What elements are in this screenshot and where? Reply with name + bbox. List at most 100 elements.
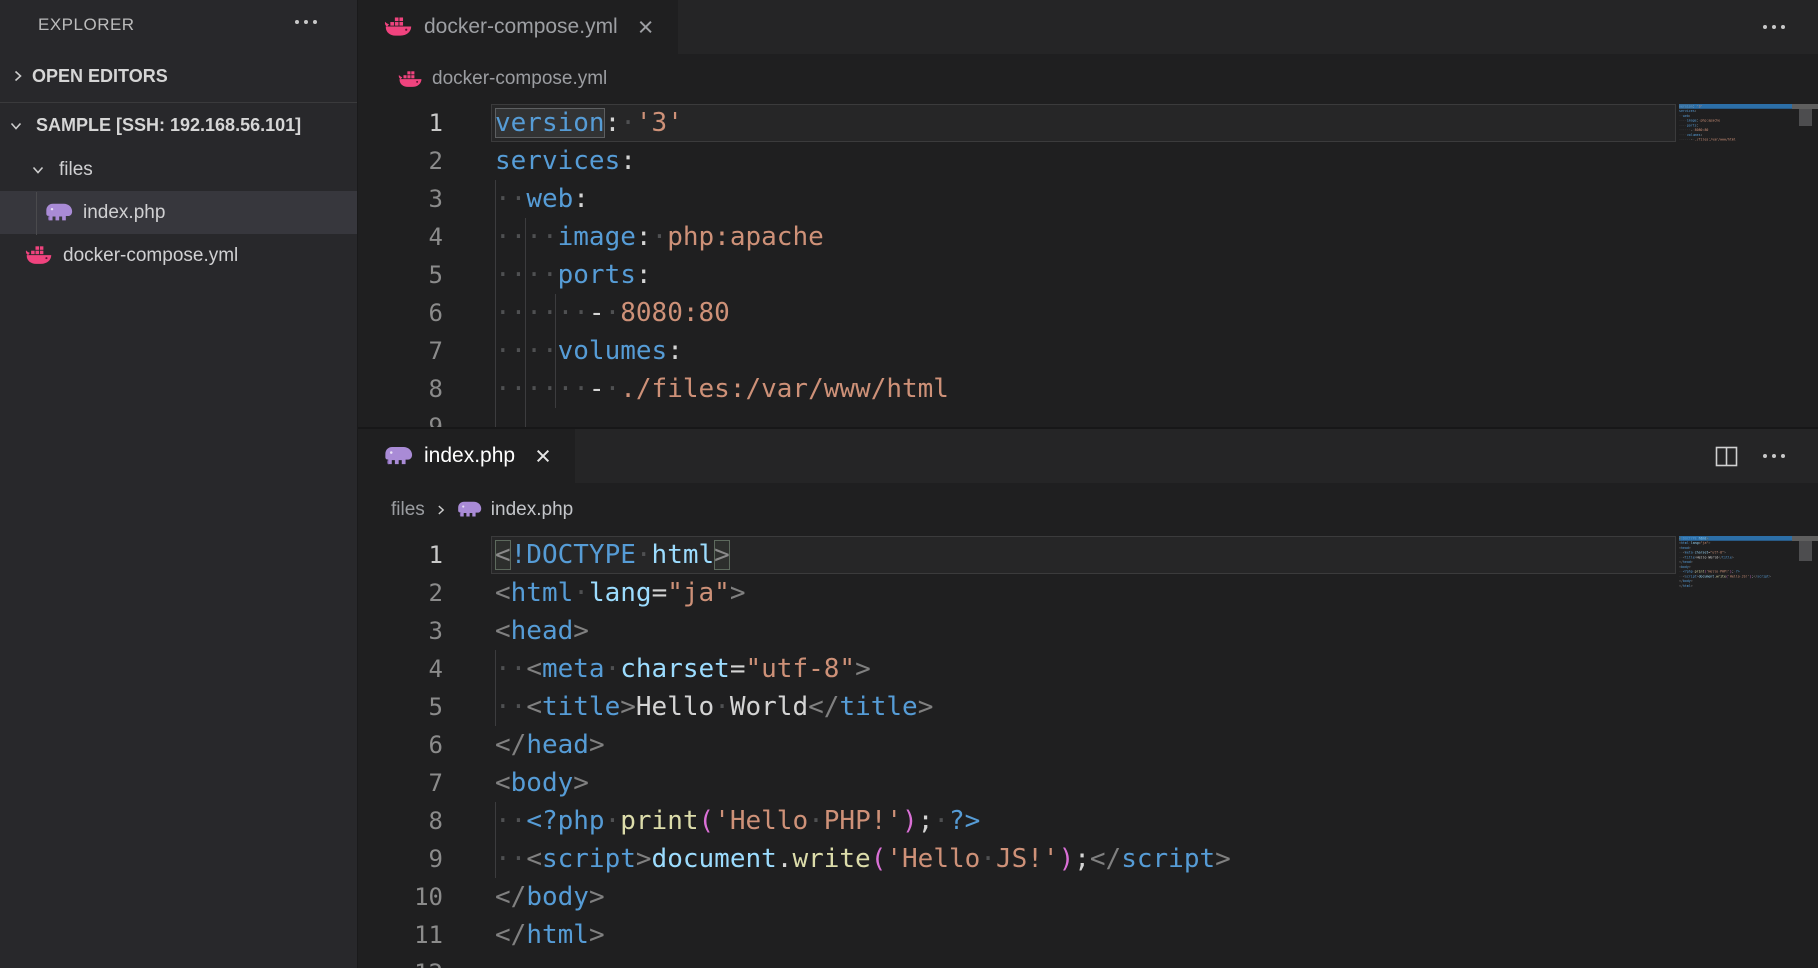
code-line[interactable]: 9··<script>document.write('Hello·JS!');<… [358, 840, 1818, 878]
php-elephant-icon [457, 499, 482, 520]
code-line[interactable]: 6</head> [358, 726, 1818, 764]
code-editor-docker-compose[interactable]: 1version:·'3'2services:3··web:4····image… [358, 104, 1818, 427]
vertical-scrollbar[interactable] [1792, 104, 1818, 427]
code-line[interactable]: 7····volumes: [358, 332, 1818, 370]
tab-label: index.php [424, 444, 515, 468]
code-token: html [1683, 584, 1691, 588]
php-elephant-icon [384, 444, 413, 468]
code-token: ······ [1679, 138, 1691, 142]
code-token: · [636, 540, 652, 570]
code-line[interactable]: 8··<?php·print('Hello·PHP!');·?> [358, 802, 1818, 840]
chevron-right-icon [10, 68, 26, 84]
code-token: ?> [949, 806, 980, 836]
sidebar-item-index-php[interactable]: index.php [0, 191, 357, 234]
close-tab-icon[interactable]: × [638, 14, 654, 41]
code-token: > [1724, 551, 1726, 555]
code-line[interactable]: 1<!DOCTYPE·html> [358, 536, 1818, 574]
minimap[interactable]: <!DOCTYPE·html><html·lang="ja"><head>··<… [1679, 536, 1792, 954]
code-editor-index-php[interactable]: 1<!DOCTYPE·html>2<html·lang="ja">3<head>… [358, 536, 1818, 968]
sidebar-item-docker-compose[interactable]: docker-compose.yml [0, 234, 357, 277]
code-token: PHP!' [824, 806, 902, 836]
code-token: = [730, 654, 746, 684]
code-line[interactable]: 3··web: [358, 180, 1818, 218]
code-token: '3' [1697, 105, 1703, 109]
code-token: ?> [1736, 570, 1740, 574]
minimap[interactable]: version:·'3'services:··web:····image:·ph… [1679, 104, 1792, 408]
line-number: 7 [358, 764, 443, 802]
tree-indent-guide [36, 192, 37, 235]
code-token: > [918, 692, 934, 722]
tab-index-php[interactable]: index.php × [358, 429, 575, 483]
explorer-sidebar: EXPLORER OPEN EDITORS SAMPLE [SSH: 192.1… [0, 0, 357, 968]
code-line[interactable]: 8······-·./files:/var/www/html [358, 370, 1818, 408]
sidebar-item-files-folder[interactable]: files [0, 148, 357, 191]
explorer-more-actions-icon[interactable] [295, 20, 317, 24]
code-line[interactable]: 4····image:·php:apache [358, 218, 1818, 256]
code-token: title [839, 692, 917, 722]
code-token: html [652, 540, 715, 570]
code-token: version [495, 108, 605, 138]
code-token: · [620, 108, 636, 138]
code-token: "utf-8" [745, 654, 855, 684]
code-token: 'Hello [714, 806, 808, 836]
code-token: image [1687, 119, 1697, 123]
code-token: World [730, 692, 808, 722]
code-token: head [1683, 560, 1691, 564]
line-number: 12 [358, 954, 443, 968]
code-line[interactable]: 6······-·8080:80 [358, 294, 1818, 332]
tab-docker-compose-yml[interactable]: docker-compose.yml × [358, 0, 678, 54]
code-token: Hello [636, 692, 714, 722]
code-token: services [495, 146, 620, 176]
code-token: volumes [1687, 133, 1701, 137]
code-line[interactable]: 2services: [358, 142, 1818, 180]
line-number: 6 [358, 726, 443, 764]
line-number: 8 [358, 802, 443, 840]
code-token: > [1732, 556, 1734, 560]
close-tab-icon[interactable]: × [535, 443, 551, 470]
code-line[interactable]: 7<body> [358, 764, 1818, 802]
code-token: meta [1685, 551, 1693, 555]
code-token: > [1691, 579, 1693, 583]
code-token: "ja" [1701, 541, 1709, 545]
code-token: </ [495, 730, 526, 760]
code-token: < [495, 578, 511, 608]
breadcrumb-item-folder[interactable]: files [391, 499, 425, 521]
code-token: </ [495, 882, 526, 912]
chevron-down-icon [30, 162, 46, 178]
code-token: script [1685, 575, 1697, 579]
code-token: document [652, 844, 777, 874]
breadcrumb-item-file[interactable]: docker-compose.yml [432, 68, 607, 90]
code-line[interactable]: 10</body> [358, 878, 1818, 916]
line-number: 10 [358, 878, 443, 916]
split-editor-icon[interactable] [1714, 444, 1739, 469]
code-line[interactable]: 2<html·lang="ja"> [358, 574, 1818, 612]
vertical-scrollbar[interactable] [1792, 536, 1818, 968]
workspace-section[interactable]: SAMPLE [SSH: 192.168.56.101] [0, 103, 357, 148]
explorer-header: EXPLORER [0, 0, 357, 50]
code-token: ·· [495, 184, 526, 214]
open-editors-section[interactable]: OPEN EDITORS [0, 50, 357, 103]
editor-more-actions-icon[interactable] [1763, 454, 1785, 458]
code-token: > [714, 540, 730, 570]
code-token: title [1722, 556, 1732, 560]
breadcrumb-item-file[interactable]: index.php [491, 499, 573, 521]
code-line[interactable]: 11</html> [358, 916, 1818, 954]
code-token: <?php [1683, 570, 1693, 574]
code-line[interactable]: 9 [358, 408, 1818, 427]
line-number: 11 [358, 916, 443, 954]
code-token: > [573, 768, 589, 798]
code-token: - [589, 374, 605, 404]
line-number: 3 [358, 612, 443, 650]
code-token: ·· [495, 806, 526, 836]
code-line[interactable]: 5····ports: [358, 256, 1818, 294]
code-line[interactable]: 3<head> [358, 612, 1818, 650]
php-file-label: index.php [83, 202, 165, 224]
code-line[interactable]: 1version:·'3' [358, 104, 1818, 142]
code-line[interactable]: 4··<meta·charset="utf-8"> [358, 650, 1818, 688]
code-token: 'Hello [1706, 570, 1718, 574]
code-token: ······ [1679, 128, 1691, 132]
code-line[interactable]: 5··<title>Hello·World</title> [358, 688, 1818, 726]
editor-more-actions-icon[interactable] [1763, 25, 1785, 29]
code-line[interactable]: 12 [358, 954, 1818, 968]
code-token: > [636, 844, 652, 874]
